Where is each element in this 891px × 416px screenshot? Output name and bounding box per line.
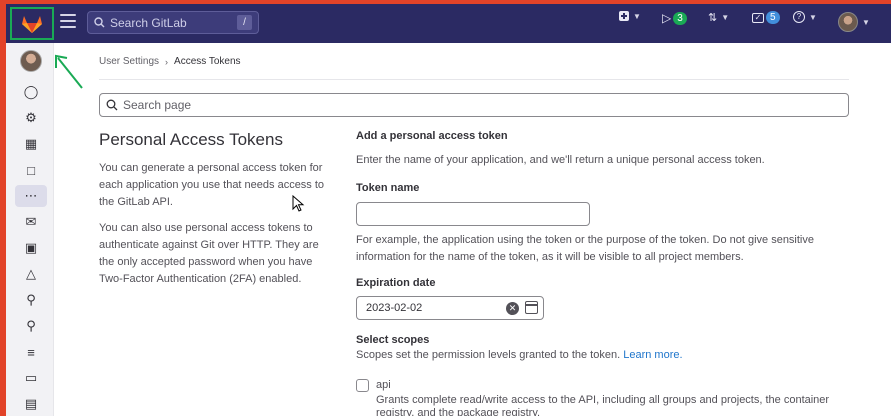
log-icon: ▤ [24,396,38,411]
frame-left-border [0,0,6,416]
todos-button[interactable]: ✓ 5 [752,11,780,24]
bell-icon: △ [26,266,36,281]
account-icon: ⚙ [25,110,37,125]
comment-icon: □ [27,162,35,178]
sidebar-item-access-tokens[interactable]: ⋯ [15,185,47,207]
applications-grid-icon: ▦ [24,136,38,151]
sidebar-item-gpg-keys[interactable]: ⚲ [15,315,47,337]
todo-check-icon: ✓ [752,12,764,23]
sidebar-item-emails[interactable]: ✉ [15,211,47,233]
search-icon [106,99,118,111]
scope-api-checkbox[interactable] [356,379,369,392]
issues-count-badge: 3 [673,11,687,25]
gitlab-logo-link[interactable] [10,7,54,40]
annotation-arrow-icon [55,54,83,89]
merge-request-icon: ⇅ [708,12,718,24]
mouse-cursor-icon [292,195,305,212]
sidebar-item-account[interactable]: ⚙ [15,107,47,129]
gitlab-logo-icon [22,15,42,33]
sidebar-user-avatar[interactable] [20,50,42,72]
breadcrumb-divider [99,79,849,80]
user-menu-button[interactable]: ▼ [838,12,870,32]
plus-square-icon [619,11,629,21]
form-heading: Add a personal access token [356,130,508,142]
sidebar-item-chat[interactable]: □ [15,159,47,181]
learn-more-link[interactable]: Learn more. [623,349,682,361]
chevron-down-icon: ▼ [633,11,641,21]
token-name-input[interactable] [356,202,590,226]
issues-button[interactable]: ▷ 3 [662,11,687,25]
scopes-help-text: Scopes set the permission levels granted… [356,349,621,361]
chevron-down-icon: ▼ [721,13,730,22]
scope-api-description: Grants complete read/write access to the… [376,394,830,416]
scope-api-row: api [356,377,849,394]
help-icon: ? [793,11,805,23]
global-search-input[interactable]: Search GitLab / [87,11,259,34]
clear-icon[interactable]: ✕ [506,302,519,315]
issues-icon: ▷ [662,11,672,25]
expiration-date-label: Expiration date [356,277,436,289]
breadcrumb-current: Access Tokens [174,56,241,67]
sidebar-item-ssh-keys[interactable]: ⚲ [15,289,47,311]
hamburger-menu-icon[interactable] [60,14,76,28]
token-name-label: Token name [356,182,420,194]
breadcrumb-parent-link[interactable]: User Settings [99,56,159,67]
expiration-date-input[interactable]: 2023-02-02 ✕ [356,296,544,320]
envelope-icon: ✉ [25,214,37,229]
chevron-right-icon: › [165,56,169,67]
preferences-icon: ≡ [27,344,35,360]
frame-top-border [0,0,891,4]
sidebar-item-preferences[interactable]: ≡ [15,341,47,363]
scope-api-label[interactable]: api [376,377,391,394]
token-name-help: For example, the application using the t… [356,234,814,263]
sidebar-item-notifications[interactable]: △ [15,263,47,285]
sidebar-item-authentication-log[interactable]: ▤ [15,393,47,415]
chevron-down-icon: ▼ [862,17,870,27]
sidebar-item-active-sessions[interactable]: ▭ [15,367,47,389]
expiration-date-value: 2023-02-02 [366,302,423,314]
top-navbar: Search GitLab / ▼ ▷ 3 ⇅ ▼ ✓ 5 ? ▼ ▼ [0,0,891,43]
merge-requests-button[interactable]: ⇅ ▼ [708,11,729,24]
token-icon: ⋯ [24,188,38,203]
lock-icon: ▣ [24,240,38,255]
form-intro: Enter the name of your application, and … [356,154,765,166]
key-icon: ⚲ [26,318,36,333]
user-circle-icon: ◯ [23,84,39,99]
page-search-input[interactable]: Search page [99,93,849,117]
scopes-help: Scopes set the permission levels granted… [356,347,849,364]
help-button[interactable]: ? ▼ [793,11,817,23]
search-shortcut-key: / [237,15,252,30]
page-title: Personal Access Tokens [99,130,283,149]
chevron-down-icon: ▼ [809,12,817,22]
monitor-icon: ▭ [24,370,38,385]
sidebar-item-profile[interactable]: ◯ [15,81,47,103]
todos-count-badge: 5 [766,11,780,24]
key-icon: ⚲ [26,292,36,307]
breadcrumb: User Settings › Access Tokens [99,56,241,67]
user-avatar [838,12,858,32]
global-search-placeholder: Search GitLab [110,15,187,30]
sidebar-item-password[interactable]: ▣ [15,237,47,259]
calendar-icon[interactable] [525,301,538,314]
search-icon [94,17,105,28]
sidebar-item-applications[interactable]: ▦ [15,133,47,155]
token-form: Add a personal access token Enter the na… [356,130,849,416]
description-paragraph-2: You can also use personal access tokens … [99,222,319,285]
main-content: User Settings › Access Tokens Search pag… [99,43,849,416]
scopes-label: Select scopes [356,334,430,346]
info-column: Personal Access Tokens You can generate … [99,130,329,297]
create-new-button[interactable]: ▼ [619,11,641,21]
settings-sidebar: ◯ ⚙ ▦ □ ⋯ ✉ ▣ △ ⚲ ⚲ ≡ ▭ ▤ [6,43,54,416]
page-search-placeholder: Search page [123,98,192,112]
